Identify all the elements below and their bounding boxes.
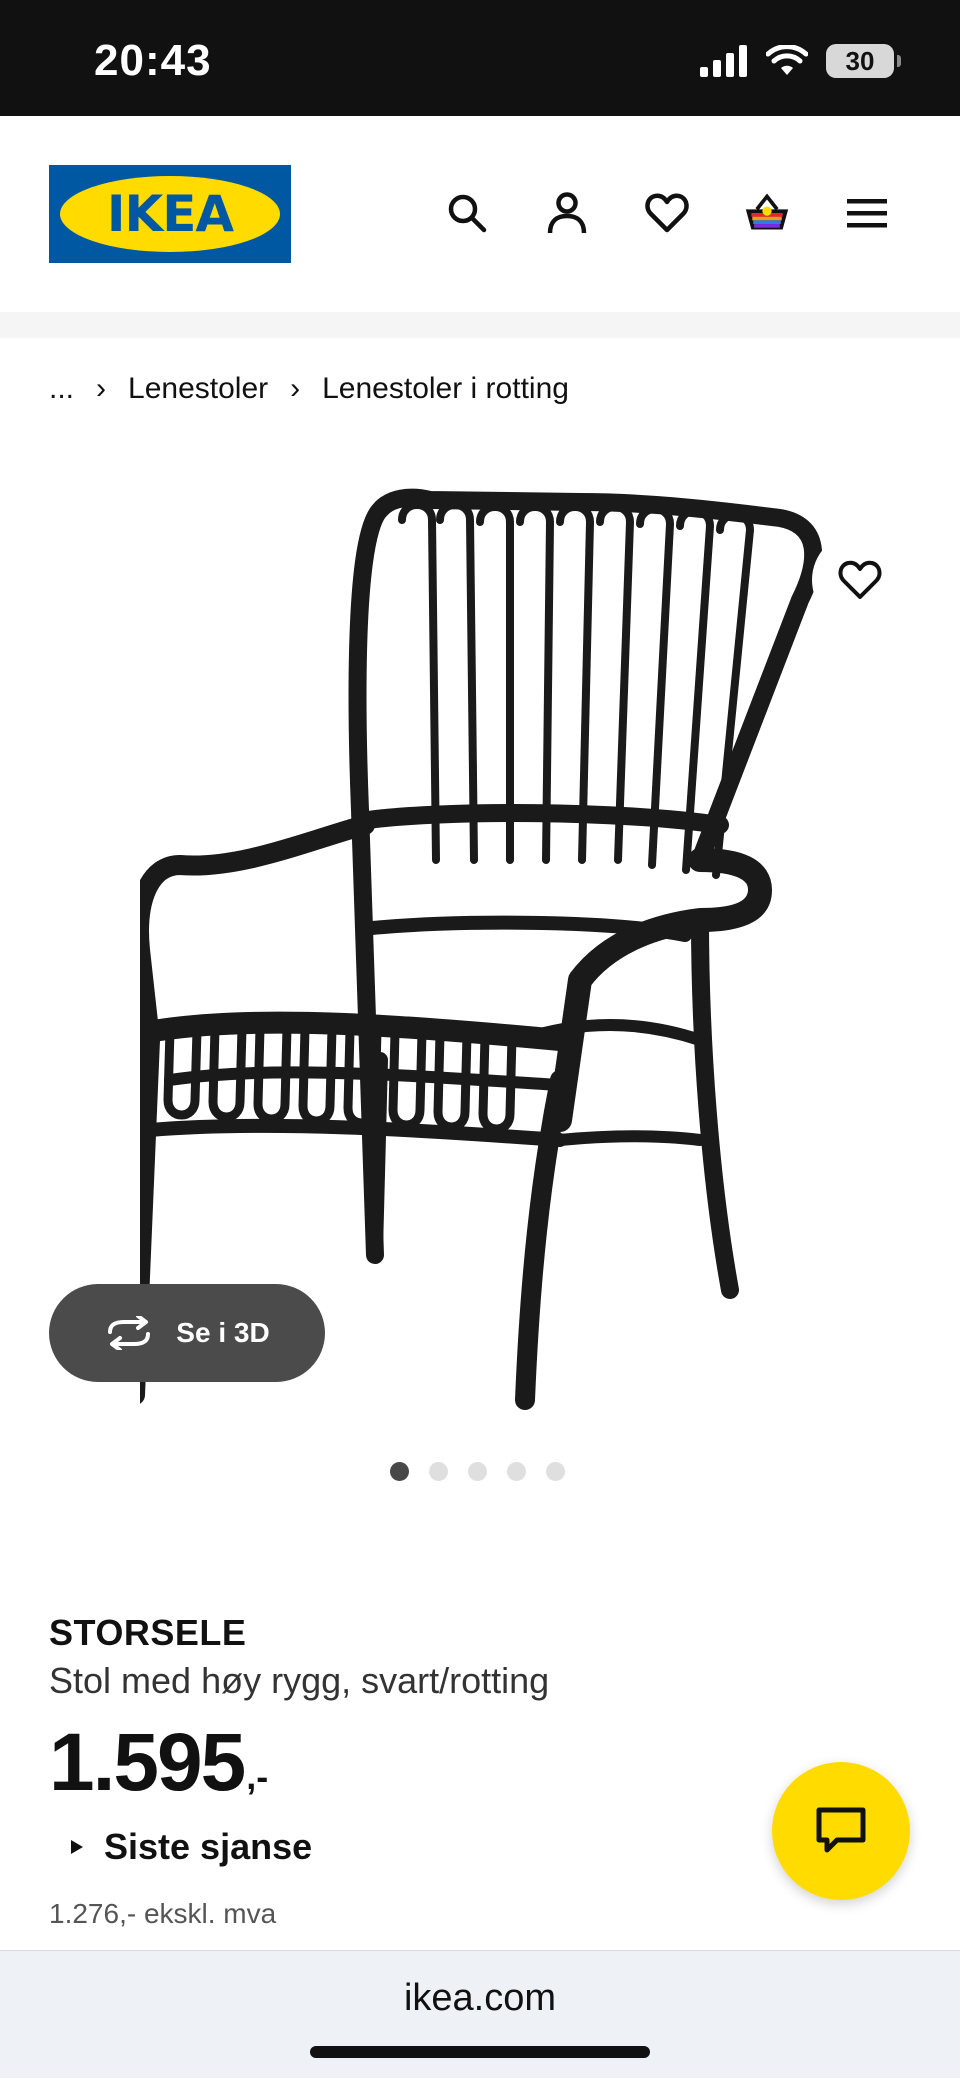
chevron-right-icon: › — [96, 372, 107, 405]
add-to-favourites-button[interactable] — [812, 532, 908, 628]
ikea-logo[interactable]: IKEA — [49, 165, 291, 263]
breadcrumb-item-lenestoler[interactable]: Lenestoler — [128, 372, 268, 406]
triangle-right-icon — [71, 1840, 83, 1854]
account-button[interactable] — [544, 190, 590, 236]
price-suffix: ,- — [246, 1756, 269, 1797]
carousel-dot[interactable] — [468, 1462, 487, 1481]
battery-level: 30 — [845, 45, 875, 76]
view-in-3d-label: Se i 3D — [176, 1317, 270, 1348]
search-icon — [448, 194, 487, 233]
product-name: STORSELE — [49, 1612, 247, 1653]
account-icon — [547, 192, 587, 234]
rotate-3d-icon — [108, 1316, 151, 1350]
chevron-right-icon: › — [290, 372, 301, 405]
product-description: Stol med høy rygg, svart/rotting — [49, 1660, 550, 1701]
carousel-dot[interactable] — [507, 1462, 526, 1481]
status-icons: 30 — [700, 44, 901, 78]
wifi-icon — [766, 45, 808, 75]
last-chance-toggle[interactable]: Siste sjanse — [70, 1826, 312, 1868]
home-indicator[interactable] — [310, 2046, 650, 2058]
header-divider — [0, 312, 960, 338]
status-time: 20:43 — [94, 36, 212, 85]
carousel-dot[interactable] — [546, 1462, 565, 1481]
browser-address-bar[interactable]: ikea.com — [0, 1950, 960, 2078]
breadcrumb: ... › Lenestoler › Lenestoler i rotting — [49, 372, 569, 406]
heart-icon — [838, 560, 882, 599]
logo-text: IKEA — [106, 185, 234, 243]
basket-button[interactable] — [744, 190, 790, 236]
image-carousel-dots — [390, 1462, 565, 1481]
favourites-button[interactable] — [644, 190, 690, 236]
price-value: 1.595 — [49, 1717, 246, 1808]
header-icons — [444, 190, 890, 236]
signal-icon — [700, 45, 747, 77]
browser-url[interactable]: ikea.com — [0, 1977, 960, 2020]
chat-button[interactable] — [772, 1762, 910, 1900]
product-price: 1.595 ,- — [49, 1722, 268, 1804]
basket-icon — [745, 193, 789, 230]
last-chance-label: Siste sjanse — [104, 1826, 313, 1867]
price-ex-vat: 1.276,- ekskl. mva — [49, 1898, 277, 1929]
menu-icon — [847, 199, 887, 228]
breadcrumb-ellipsis[interactable]: ... — [49, 372, 74, 406]
heart-icon — [645, 193, 689, 233]
carousel-dot[interactable] — [429, 1462, 448, 1481]
chat-icon — [816, 1807, 866, 1853]
battery-icon: 30 — [826, 44, 901, 78]
site-header: IKEA — [0, 116, 960, 312]
view-in-3d-button[interactable]: Se i 3D — [49, 1284, 325, 1382]
menu-button[interactable] — [844, 190, 890, 236]
carousel-dot[interactable] — [390, 1462, 409, 1481]
search-button[interactable] — [444, 190, 490, 236]
breadcrumb-item-lenestoler-i-rotting[interactable]: Lenestoler i rotting — [322, 372, 569, 406]
status-bar: 20:43 30 — [0, 0, 960, 116]
logo-oval: IKEA — [60, 176, 280, 252]
